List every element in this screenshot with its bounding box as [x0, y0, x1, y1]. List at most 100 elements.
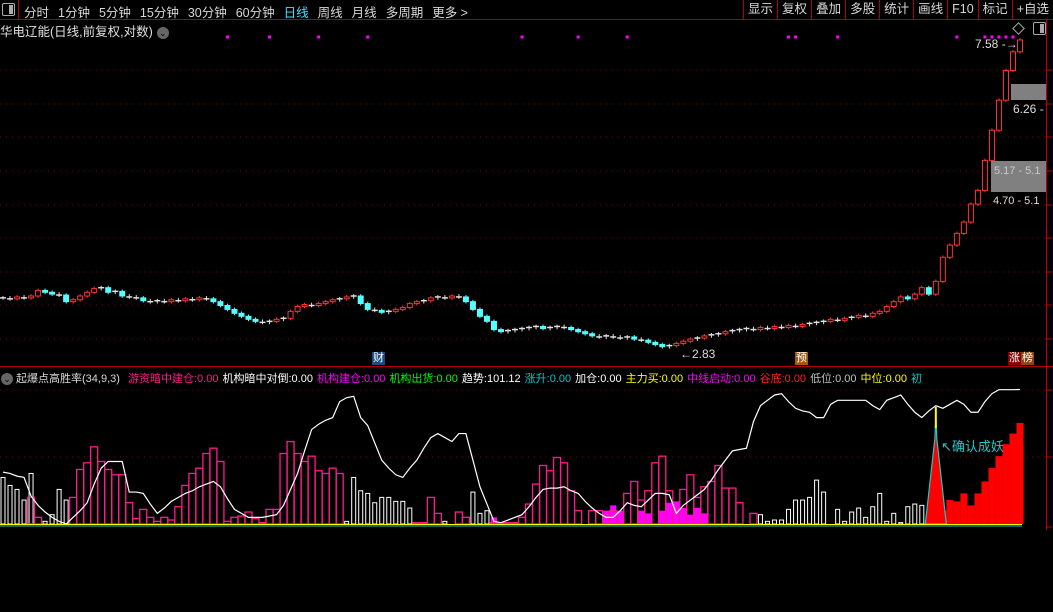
indicator-item-value: 0.00	[197, 373, 219, 385]
candle-body	[14, 296, 21, 300]
signal-dot	[787, 35, 791, 39]
candle-body	[652, 341, 659, 346]
youzi-bar	[454, 511, 464, 525]
candle-body	[413, 301, 420, 305]
youzi-bar	[749, 512, 758, 525]
candle-body	[757, 326, 764, 331]
indicator-item-value: 101.12	[486, 373, 521, 385]
candle-body	[953, 232, 960, 246]
duidao-bar	[442, 520, 448, 525]
finance-marker[interactable]: 财	[372, 352, 385, 365]
jiancang-bar	[659, 510, 666, 524]
candle-body	[364, 303, 371, 310]
indicator-name[interactable]: 起爆点高胜率(34,9,3)	[16, 373, 120, 385]
indicator-item: 初	[911, 373, 922, 385]
indicator-item-value: 0.00	[291, 373, 313, 385]
youzi-bar	[321, 472, 330, 525]
candle-body	[841, 317, 848, 321]
limit-up-marker[interactable]: 涨	[1008, 352, 1021, 365]
candle-body	[1017, 39, 1023, 53]
youzi-bar	[230, 516, 239, 525]
youzi-bar	[707, 480, 716, 525]
youzi-bar	[146, 516, 155, 525]
red-bar	[946, 500, 954, 524]
duidao-bar	[63, 499, 69, 525]
forecast-marker[interactable]: 预	[795, 352, 808, 365]
candle-body	[357, 295, 364, 305]
duidao-bar	[786, 508, 792, 525]
candle-body	[701, 335, 708, 339]
duidao-bar	[807, 496, 813, 525]
duidao-bar	[379, 496, 385, 525]
candle-body	[35, 289, 42, 297]
duidao-bar	[793, 499, 799, 525]
indicator-item-label: 初	[911, 373, 923, 385]
duidao-bar	[56, 488, 62, 525]
youzi-bar	[167, 519, 176, 525]
signal-dot	[955, 35, 959, 39]
candle-body	[659, 344, 666, 348]
candle-body	[981, 159, 988, 191]
indicator-item: 机构暗中对倒:0.00	[222, 373, 312, 385]
indicator-item: 机构建仓:0.00	[317, 373, 385, 385]
duidao-bar	[863, 516, 869, 525]
candle-body	[925, 287, 932, 295]
candle-body	[42, 289, 49, 293]
trend-line	[2, 388, 1021, 525]
indicator-item-label: 趋势:	[461, 373, 487, 385]
signal-dot	[576, 35, 580, 39]
candle-body	[182, 298, 189, 302]
candle-body	[476, 308, 483, 317]
youzi-bar	[300, 460, 309, 525]
duidao-bar	[835, 508, 841, 525]
red-bar	[967, 505, 975, 524]
chart-canvas[interactable]	[0, 0, 1053, 612]
candle-body	[575, 329, 582, 333]
candle-body	[427, 297, 434, 302]
candle-body	[49, 291, 56, 295]
youzi-bar	[721, 487, 730, 525]
candle-body	[967, 203, 974, 223]
duidao-bar	[21, 499, 27, 525]
red-bar	[995, 456, 1003, 524]
youzi-bar	[531, 483, 541, 525]
duidao-bar	[877, 492, 883, 525]
candle-body	[483, 315, 490, 322]
candle-body	[28, 295, 35, 299]
candle-body	[995, 99, 1002, 131]
signal-dot	[625, 35, 629, 39]
indicator-item-label: 低位:	[810, 373, 836, 385]
red-bar	[988, 468, 996, 524]
indicator-item: 游资暗中建仓:0.00	[128, 373, 218, 385]
indicator-item: 低位:0.00	[810, 373, 856, 385]
red-bar	[1002, 444, 1010, 524]
indicator-header: ⌄ 起爆点高胜率(34,9,3) 游资暗中建仓:0.00 机构暗中对倒:0.00 机构…	[0, 370, 926, 386]
indicator-item-label: 游资暗中建仓:	[127, 373, 198, 385]
indicator-item-label: 机构出货:	[389, 373, 437, 385]
youzi-bar	[566, 490, 576, 525]
indicator-menu-icon[interactable]: ⌄	[1, 373, 13, 386]
youzi-bar	[461, 516, 471, 525]
candle-body	[392, 308, 399, 312]
candle-body	[645, 339, 652, 343]
ranking-marker[interactable]: 榜	[1021, 352, 1034, 365]
indicator-item-value: 0.00	[436, 373, 458, 385]
youzi-bar	[412, 522, 421, 525]
candle-body	[827, 318, 834, 322]
youzi-bar	[258, 522, 267, 525]
duidao-bar	[898, 522, 904, 525]
duidao-bar	[856, 507, 862, 525]
youzi-bar	[160, 516, 169, 525]
indicator-item: 趋势:101.12	[462, 373, 521, 385]
duidao-bar	[400, 500, 406, 525]
candle-body	[722, 331, 729, 335]
jiancang-bar	[687, 514, 694, 524]
duidao-bar	[372, 502, 378, 525]
duidao-bar	[365, 492, 371, 525]
youzi-bar	[314, 470, 323, 525]
youzi-bar	[307, 455, 316, 525]
candle-body	[939, 256, 946, 282]
candle-body	[771, 325, 778, 330]
indicator-item: 加仓:0.00	[575, 373, 621, 385]
indicator-item: 中线启动:0.00	[687, 373, 755, 385]
